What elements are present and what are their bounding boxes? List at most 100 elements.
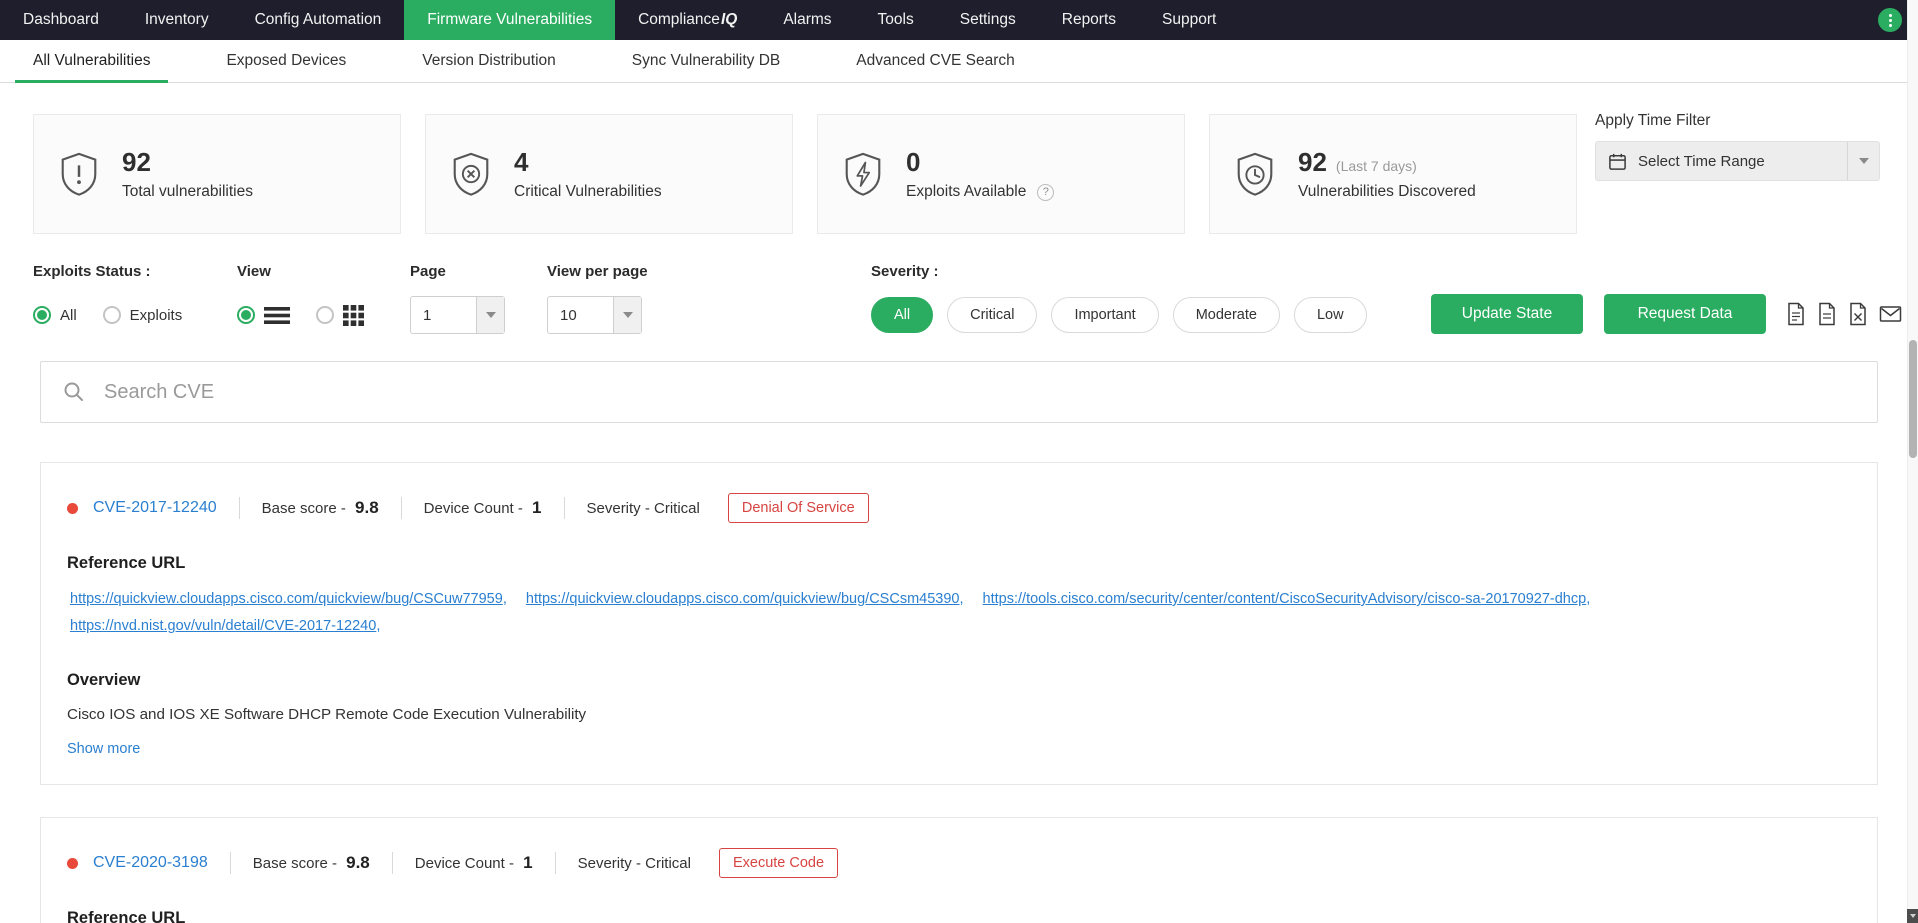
exploits-available-label: Exploits Available: [906, 183, 1027, 200]
controls-row: Exploits Status : All Exploits View Page…: [0, 263, 1918, 341]
scrollbar-down-button[interactable]: [1907, 909, 1918, 923]
device-count: Device Count - 1: [423, 498, 542, 517]
nav-item-dashboard[interactable]: Dashboard: [0, 0, 122, 40]
severity-pill-all[interactable]: All: [871, 297, 934, 333]
nav-item-complianceiq[interactable]: Compliance IQ: [615, 0, 760, 40]
chevron-down-icon: [613, 297, 641, 333]
exploits-available-count: 0: [906, 147, 921, 177]
summary-card-vulnerabilities-discovered: 92 (Last 7 days) Vulnerabilities Discove…: [1209, 114, 1577, 234]
time-range-select[interactable]: Select Time Range: [1595, 141, 1880, 181]
page-group: Page 1: [410, 263, 505, 335]
divider: [400, 497, 402, 519]
total-vulnerabilities-count: 92: [122, 147, 151, 177]
nav-item-tools[interactable]: Tools: [855, 0, 937, 40]
summary-card-total-vulnerabilities: 92 Total vulnerabilities: [33, 114, 401, 234]
sub-tab-bar: All Vulnerabilities Exposed Devices Vers…: [0, 40, 1918, 83]
severity-label: Severity :: [871, 263, 939, 280]
grid-view-icon[interactable]: [343, 304, 364, 326]
page-select[interactable]: 1: [410, 296, 505, 334]
tab-version-distribution[interactable]: Version Distribution: [404, 40, 574, 82]
reference-url-link[interactable]: https://tools.cisco.com/security/center/…: [983, 591, 1587, 607]
nav-item-settings[interactable]: Settings: [937, 0, 1039, 40]
view-list-radio[interactable]: [237, 306, 255, 324]
export-csv-icon[interactable]: [1817, 302, 1837, 326]
discovered-period: (Last 7 days): [1335, 158, 1417, 174]
update-state-button[interactable]: Update State: [1431, 294, 1583, 334]
request-data-button[interactable]: Request Data: [1604, 294, 1766, 334]
severity-pill-low[interactable]: Low: [1293, 297, 1367, 333]
cve-link[interactable]: CVE-2017-12240: [93, 499, 217, 517]
chevron-down-icon: [476, 297, 504, 333]
nav-item-inventory[interactable]: Inventory: [122, 0, 232, 40]
cve-link[interactable]: CVE-2020-3198: [93, 854, 208, 872]
list-view-icon[interactable]: [264, 306, 290, 325]
tab-exposed-devices[interactable]: Exposed Devices: [208, 40, 364, 82]
help-icon[interactable]: ?: [1037, 183, 1055, 201]
view-per-page-label: View per page: [547, 263, 648, 280]
exploits-status-all-label: All: [60, 306, 77, 324]
reference-url-link[interactable]: https://nvd.nist.gov/vuln/detail/CVE-201…: [70, 618, 376, 634]
page-select-value: 1: [423, 306, 432, 324]
nav-item-firmware-vulnerabilities[interactable]: Firmware Vulnerabilities: [404, 0, 616, 40]
top-navigation: Dashboard Inventory Config Automation Fi…: [0, 0, 1918, 40]
tab-advanced-cve-search[interactable]: Advanced CVE Search: [838, 40, 1033, 82]
shield-cross-icon: [448, 150, 494, 198]
divider: [554, 852, 556, 874]
tab-sync-vulnerability-db[interactable]: Sync Vulnerability DB: [614, 40, 798, 82]
exploits-status-all-radio[interactable]: [33, 306, 51, 324]
view-group: View: [237, 263, 364, 335]
base-score: Base score - 9.8: [261, 498, 379, 517]
export-icons: [1786, 302, 1902, 326]
vulnerability-type-badge: Execute Code: [718, 848, 839, 878]
reference-url-link[interactable]: https://quickview.cloudapps.cisco.com/qu…: [526, 591, 960, 607]
nav-item-support[interactable]: Support: [1139, 0, 1239, 40]
reference-link: https://nvd.nist.gov/vuln/detail/CVE-201…: [70, 618, 381, 634]
critical-vulnerabilities-count: 4: [514, 147, 529, 177]
nav-item-alarms[interactable]: Alarms: [760, 0, 854, 40]
view-grid-radio[interactable]: [316, 306, 334, 324]
tab-all-vulnerabilities[interactable]: All Vulnerabilities: [15, 40, 169, 83]
complianceiq-label: Compliance: [638, 11, 720, 28]
nav-item-reports[interactable]: Reports: [1039, 0, 1139, 40]
summary-card-critical-vulnerabilities: 4 Critical Vulnerabilities: [425, 114, 793, 234]
severity-text: Severity - Critical: [577, 854, 691, 872]
vertical-scrollbar[interactable]: [1907, 0, 1918, 923]
severity-pill-important[interactable]: Important: [1051, 297, 1159, 333]
reference-link: https://quickview.cloudapps.cisco.com/qu…: [70, 591, 507, 607]
vulnerability-card: CVE-2017-12240 Base score - 9.8 Device C…: [40, 462, 1878, 785]
quick-menu-icon[interactable]: [1878, 8, 1902, 32]
nav-item-config-automation[interactable]: Config Automation: [232, 0, 405, 40]
exploits-status-exploits-radio[interactable]: [102, 306, 121, 324]
severity-pill-moderate[interactable]: Moderate: [1172, 297, 1280, 333]
reference-links: https://quickview.cloudapps.cisco.com/qu…: [67, 586, 1851, 640]
reference-url-heading: Reference URL: [67, 909, 186, 923]
view-per-page-select[interactable]: 10: [547, 296, 642, 334]
exploits-status-group: Exploits Status : All Exploits: [33, 263, 182, 335]
email-icon[interactable]: [1879, 302, 1902, 326]
shield-bolt-icon: [840, 150, 886, 198]
view-per-page-group: View per page 10: [547, 263, 648, 335]
search-input[interactable]: [102, 379, 1877, 405]
search-bar: [40, 361, 1878, 423]
divider: [229, 852, 231, 874]
export-pdf-icon[interactable]: [1786, 302, 1806, 326]
severity-pill-critical[interactable]: Critical: [947, 297, 1038, 333]
page-label: Page: [410, 263, 446, 280]
shield-alert-icon: [56, 150, 102, 198]
overview-text: Cisco IOS and IOS XE Software DHCP Remot…: [67, 706, 587, 723]
exploits-status-label: Exploits Status :: [33, 263, 151, 280]
time-range-value: Select Time Range: [1638, 152, 1765, 170]
reference-link: https://quickview.cloudapps.cisco.com/qu…: [525, 591, 964, 607]
view-label: View: [237, 263, 271, 280]
show-more-link[interactable]: Show more: [67, 741, 140, 757]
critical-vulnerabilities-label: Critical Vulnerabilities: [514, 183, 662, 200]
vulnerability-meta-row: CVE-2020-3198 Base score - 9.8 Device Co…: [67, 848, 1851, 878]
scrollbar-thumb[interactable]: [1909, 340, 1917, 458]
base-score: Base score - 9.8: [252, 853, 370, 872]
export-xls-icon[interactable]: [1848, 302, 1868, 326]
severity-dot-icon: [67, 857, 78, 869]
reference-url-link[interactable]: https://quickview.cloudapps.cisco.com/qu…: [70, 591, 503, 607]
divider: [238, 497, 240, 519]
search-icon: [63, 381, 85, 403]
